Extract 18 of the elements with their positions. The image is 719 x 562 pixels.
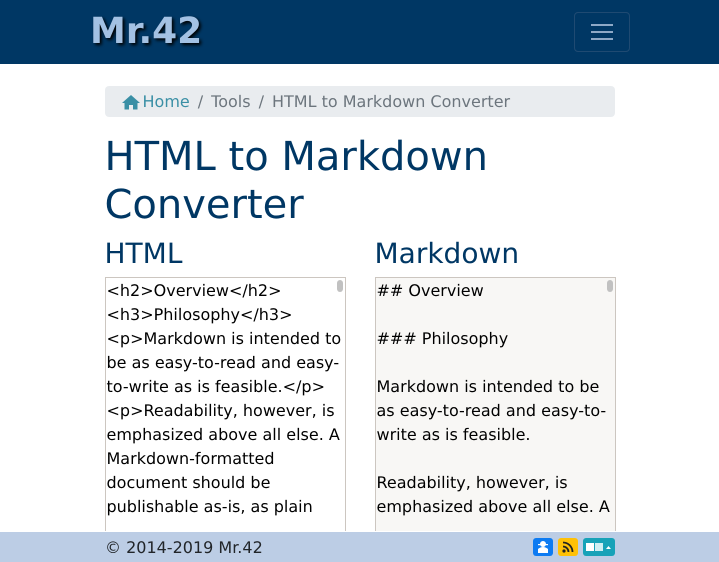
- page-title: HTML to Markdown Converter: [104, 133, 489, 229]
- rss-icon: [561, 540, 575, 554]
- copyright-text: © 2014-2019 Mr.42: [105, 538, 263, 556]
- breadcrumb-current: HTML to Markdown Converter: [272, 92, 510, 111]
- person-icon: [536, 540, 550, 554]
- text-area[interactable]: ## Overview ### Philosophy Markdown is intended to be as easy-to-read and easy-to-write as is feasible. Readability, however, is emphasized above all else. A: [374, 277, 616, 531]
- section-heading: HTML: [104, 237, 184, 271]
- menu-icon: [590, 22, 614, 42]
- translate-icon: [586, 542, 612, 552]
- breadcrumb-item[interactable]: Tools: [211, 92, 251, 111]
- section-heading: Markdown: [374, 237, 520, 271]
- breadcrumb-separator: /: [196, 92, 204, 111]
- site-logo[interactable]: Mr.42: [90, 14, 202, 50]
- footer-button[interactable]: [558, 538, 578, 556]
- home-icon: [120, 94, 140, 110]
- menu-button[interactable]: [574, 12, 630, 52]
- breadcrumb-separator: /: [258, 92, 265, 111]
- text-area[interactable]: <h2>Overview</h2> <h3>Philosophy</h3> <p>Markdown is intended to be as easy-to-read and easy-to-write as is feasible.</p> <p>Readability, however, is emphasized above all else. A Markdown-formatted document should be publishable as-is, as plain: [104, 277, 346, 531]
